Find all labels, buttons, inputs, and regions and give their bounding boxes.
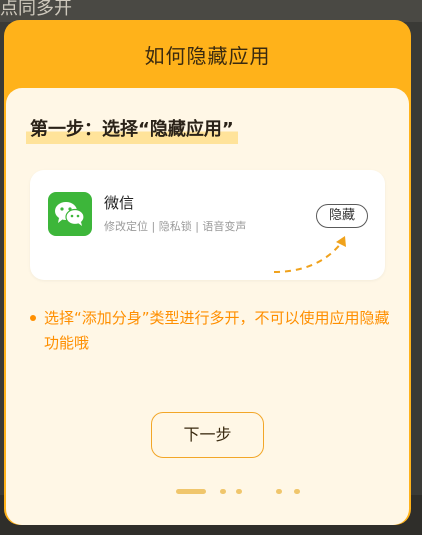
- page-dot: [236, 489, 242, 494]
- wechat-icon: [48, 192, 92, 236]
- note-bullet: [30, 315, 36, 321]
- page-dot: [220, 489, 226, 494]
- hide-app-guide-dialog: 如何隐藏应用 第一步：选择“隐藏应用” 微信 修改定位 | 隐私锁 | 语音变声…: [4, 20, 411, 525]
- page-dot-active: [176, 489, 206, 494]
- multi-open-note: 选择“添加分身”类型进行多开，不可以使用应用隐藏功能哦: [30, 306, 390, 356]
- page-dot: [294, 489, 300, 494]
- background-app-header: 点同多开: [0, 0, 422, 22]
- step-title: 第一步：选择“隐藏应用”: [26, 116, 238, 144]
- page-dot: [276, 489, 282, 494]
- app-name: 微信: [104, 194, 135, 212]
- hide-button[interactable]: 隐藏: [316, 204, 368, 228]
- next-step-button[interactable]: 下一步: [151, 412, 264, 458]
- note-text: 选择“添加分身”类型进行多开，不可以使用应用隐藏功能哦: [44, 309, 390, 352]
- app-feature-tags: 修改定位 | 隐私锁 | 语音变声: [104, 220, 247, 233]
- dialog-title: 如何隐藏应用: [144, 44, 271, 68]
- background-app-text: 点同多开: [0, 0, 72, 19]
- guide-panel: 第一步：选择“隐藏应用” 微信 修改定位 | 隐私锁 | 语音变声 隐藏 选择“…: [6, 88, 409, 525]
- app-card: 微信 修改定位 | 隐私锁 | 语音变声 隐藏: [30, 170, 385, 280]
- dashed-arrow-icon: [273, 236, 346, 273]
